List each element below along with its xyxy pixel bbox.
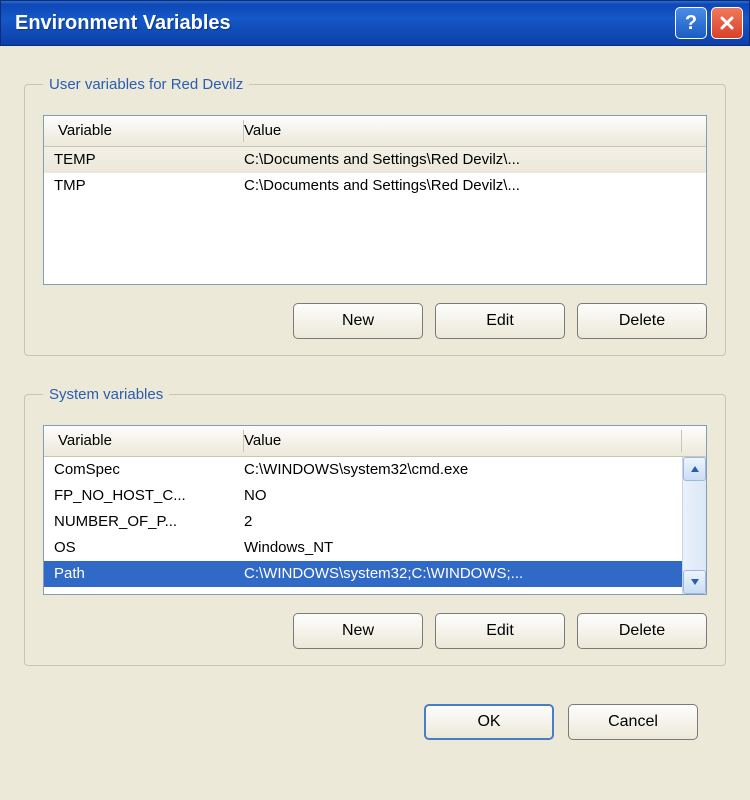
- cancel-button[interactable]: Cancel: [568, 704, 698, 740]
- user-variables-list[interactable]: Variable Value TEMP C:\Documents and Set…: [43, 115, 707, 285]
- table-row[interactable]: TMP C:\Documents and Settings\Red Devilz…: [44, 173, 706, 199]
- scroll-down-button[interactable]: [683, 570, 706, 594]
- user-button-row: New Edit Delete: [43, 303, 707, 339]
- titlebar: Environment Variables ?: [0, 0, 750, 46]
- system-scrollbar[interactable]: [682, 457, 706, 594]
- user-delete-button[interactable]: Delete: [577, 303, 707, 339]
- user-list-headers: Variable Value: [44, 116, 706, 147]
- user-edit-button[interactable]: Edit: [435, 303, 565, 339]
- user-col-value[interactable]: Value: [244, 116, 706, 146]
- dialog-button-row: OK Cancel: [24, 696, 726, 740]
- system-col-value[interactable]: Value: [244, 426, 682, 456]
- system-list-headers: Variable Value: [44, 426, 706, 457]
- system-variables-group: System variables Variable Value ComSpec …: [24, 386, 726, 666]
- ok-button[interactable]: OK: [424, 704, 554, 740]
- system-delete-button[interactable]: Delete: [577, 613, 707, 649]
- user-new-button[interactable]: New: [293, 303, 423, 339]
- system-variables-list[interactable]: Variable Value ComSpec C:\WINDOWS\system…: [43, 425, 707, 595]
- system-button-row: New Edit Delete: [43, 613, 707, 649]
- close-button[interactable]: [711, 7, 743, 39]
- titlebar-controls: ?: [675, 7, 743, 39]
- system-new-button[interactable]: New: [293, 613, 423, 649]
- help-button[interactable]: ?: [675, 7, 707, 39]
- user-variables-group: User variables for Red Devilz Variable V…: [24, 76, 726, 356]
- table-row[interactable]: Path C:\WINDOWS\system32;C:\WINDOWS;...: [44, 561, 682, 587]
- table-row[interactable]: OS Windows_NT: [44, 535, 682, 561]
- window-title: Environment Variables: [15, 12, 231, 35]
- table-row[interactable]: NUMBER_OF_P... 2: [44, 509, 682, 535]
- user-rows: TEMP C:\Documents and Settings\Red Devil…: [44, 147, 706, 284]
- system-col-scroll: [682, 426, 706, 456]
- user-variables-legend: User variables for Red Devilz: [43, 76, 249, 93]
- system-col-variable[interactable]: Variable: [44, 426, 244, 456]
- scroll-up-button[interactable]: [683, 457, 706, 481]
- chevron-up-icon: [691, 466, 699, 472]
- system-variables-legend: System variables: [43, 386, 169, 403]
- system-rows: ComSpec C:\WINDOWS\system32\cmd.exe FP_N…: [44, 457, 682, 594]
- user-col-variable[interactable]: Variable: [44, 116, 244, 146]
- system-edit-button[interactable]: Edit: [435, 613, 565, 649]
- table-row[interactable]: TEMP C:\Documents and Settings\Red Devil…: [44, 147, 706, 173]
- chevron-down-icon: [691, 579, 699, 585]
- close-icon: [719, 15, 735, 31]
- table-row[interactable]: ComSpec C:\WINDOWS\system32\cmd.exe: [44, 457, 682, 483]
- table-row[interactable]: FP_NO_HOST_C... NO: [44, 483, 682, 509]
